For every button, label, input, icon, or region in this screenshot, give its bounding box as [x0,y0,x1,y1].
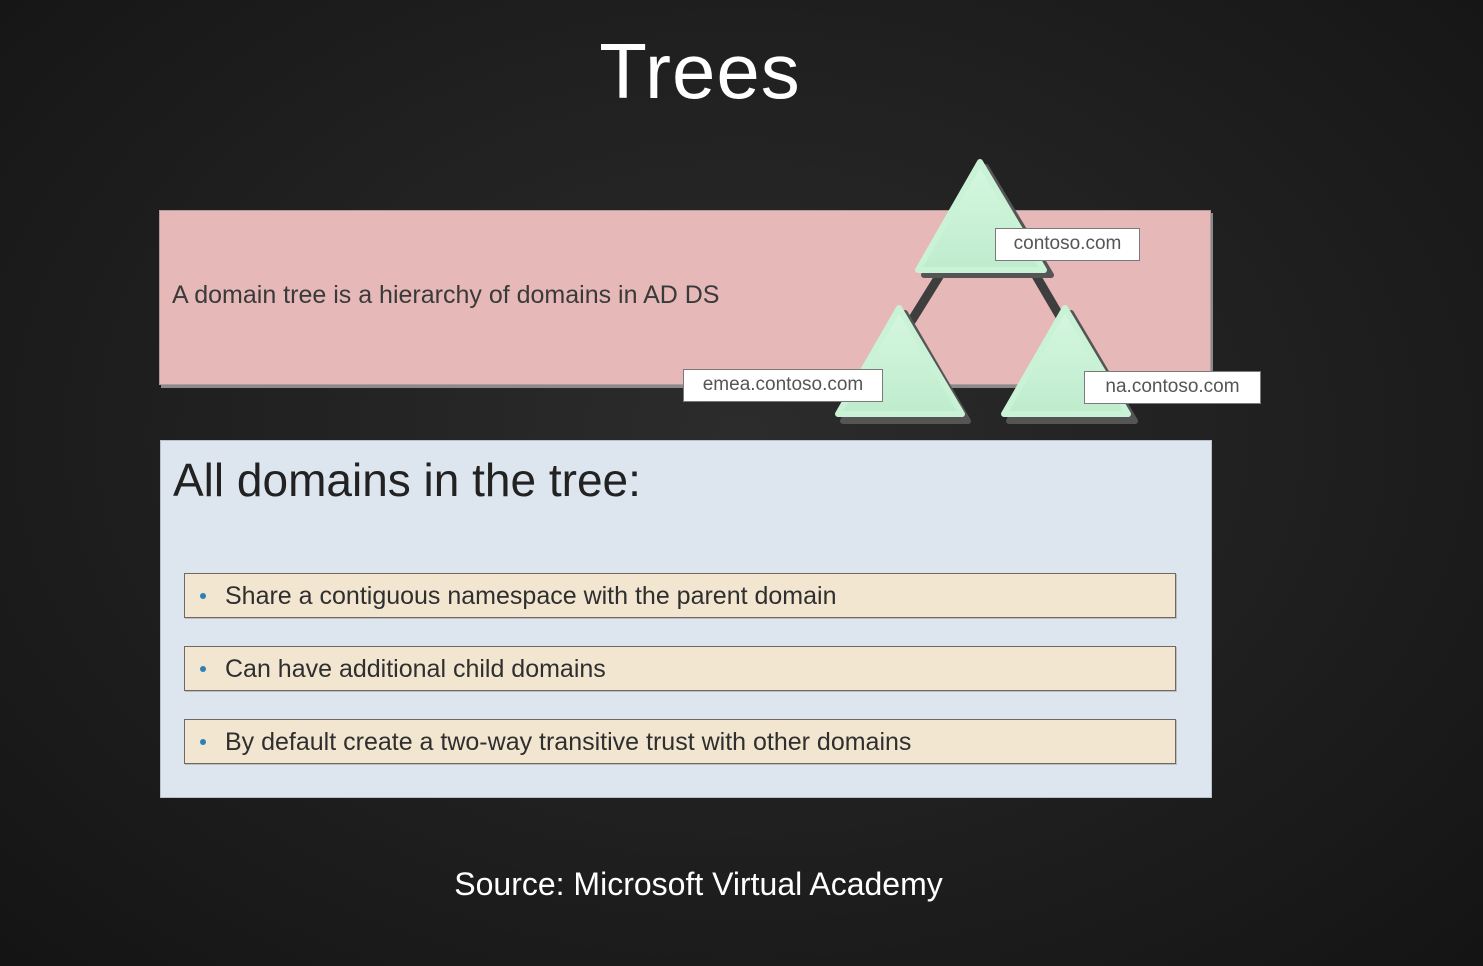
definition-text: A domain tree is a hierarchy of domains … [172,281,720,309]
domains-heading: All domains in the tree: [173,454,641,506]
bullet-dot-icon [200,739,206,745]
bullet-text: By default create a two-way transitive t… [225,728,912,756]
bullet-item-child-domains: Can have additional child domains [184,646,1176,691]
bullet-item-transitive-trust: By default create a two-way transitive t… [184,719,1176,764]
bullet-dot-icon [200,666,206,672]
emea-domain-label: emea.contoso.com [683,369,883,402]
na-domain-label: na.contoso.com [1084,371,1261,404]
domains-box: All domains in the tree: Share a contigu… [160,440,1212,798]
bullet-text: Share a contiguous namespace with the pa… [225,582,837,610]
bullet-dot-icon [200,593,206,599]
bullet-item-contiguous-namespace: Share a contiguous namespace with the pa… [184,573,1176,618]
bullet-list: Share a contiguous namespace with the pa… [184,573,1176,792]
slide-title: Trees [599,27,801,115]
source-credit: Source: Microsoft Virtual Academy [454,866,943,902]
bullet-text: Can have additional child domains [225,655,606,683]
root-domain-label: contoso.com [995,228,1140,261]
